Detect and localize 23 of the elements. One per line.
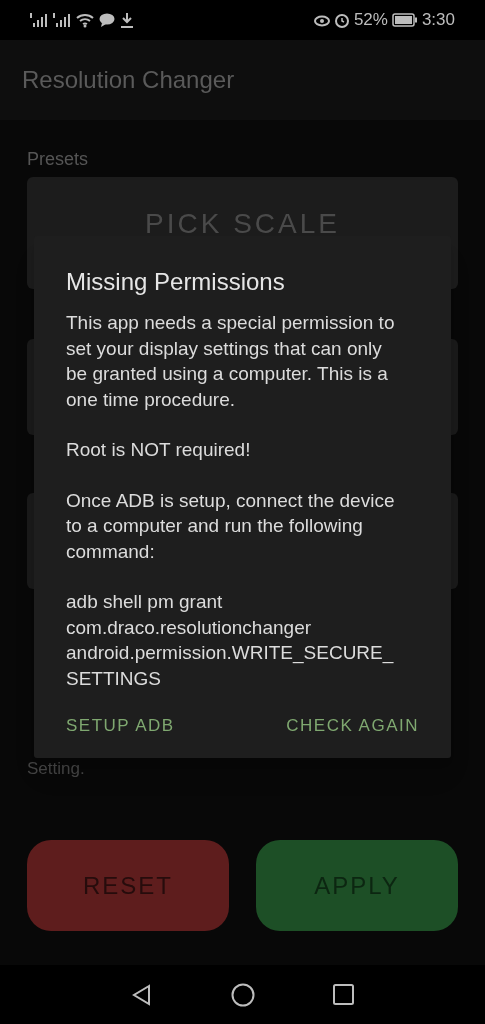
signal-icon [53, 12, 71, 28]
app-title: Resolution Changer [22, 65, 235, 95]
signal-icon [30, 12, 48, 28]
dialog-button[interactable]: SETUP ADB [60, 706, 181, 744]
download-icon [120, 12, 134, 28]
section-label: Presets [27, 148, 90, 171]
back-icon[interactable] [131, 983, 153, 1006]
dialog-button[interactable]: CHECK AGAIN [280, 706, 425, 744]
reset-button[interactable]: RESET [27, 840, 229, 931]
note-text: Setting. [27, 758, 85, 780]
alarm-icon [333, 12, 350, 28]
chat-bubble-icon [99, 13, 115, 27]
dialog-text: This app needs a special permission to set your display settings that can only be granted using a computer. This is a one time procedure. [66, 311, 396, 412]
battery-icon [391, 13, 418, 27]
dialog-text: adb shell pm grant com.draco.resolutionchanger android.permission.WRITE_SECURE_SETTINGS [66, 590, 395, 691]
wifi-icon [76, 12, 94, 28]
recents-icon[interactable] [333, 984, 354, 1005]
dialog-text: Once ADB is setup, connect the device to a computer and run the following command: [66, 488, 396, 564]
dialog-text: Root is NOT required! [66, 438, 252, 462]
home-icon[interactable] [231, 982, 255, 1007]
battery-percent: 52% [353, 9, 388, 32]
eye-icon [313, 13, 330, 27]
clock-time: 3:30 [421, 9, 455, 32]
